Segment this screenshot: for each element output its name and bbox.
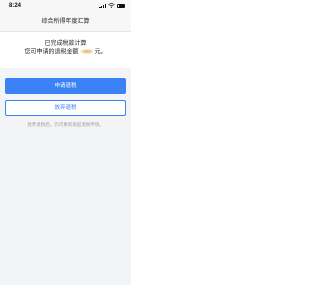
battery-icon bbox=[117, 3, 125, 8]
signal-icon bbox=[99, 3, 106, 8]
refund-amount-redacted bbox=[79, 49, 94, 54]
phone-screen: 8:24 综合所得年度汇算 已完成税款计算 您可申请的退税金额 元。 申请退税 放… bbox=[0, 0, 131, 285]
result-card: 已完成税款计算 您可申请的退税金额 元。 bbox=[0, 32, 131, 68]
status-icons bbox=[99, 3, 125, 8]
refund-amount-suffix: 元。 bbox=[94, 49, 107, 56]
refund-amount-line: 您可申请的退税金额 元。 bbox=[0, 49, 131, 56]
abandon-hint: 放弃退税后，仍可重新发起退税申请。 bbox=[27, 122, 104, 127]
wifi-icon bbox=[108, 3, 115, 8]
status-bar: 8:24 bbox=[0, 0, 131, 12]
page-title: 综合所得年度汇算 bbox=[41, 19, 90, 25]
abandon-refund-button[interactable]: 放弃退税 bbox=[5, 100, 126, 116]
refund-amount-prefix: 您可申请的退税金额 bbox=[24, 49, 79, 56]
result-title: 已完成税款计算 bbox=[44, 41, 87, 47]
nav-bar: 综合所得年度汇算 bbox=[0, 12, 131, 32]
apply-refund-button[interactable]: 申请退税 bbox=[5, 78, 126, 94]
status-time: 8:24 bbox=[9, 3, 22, 9]
